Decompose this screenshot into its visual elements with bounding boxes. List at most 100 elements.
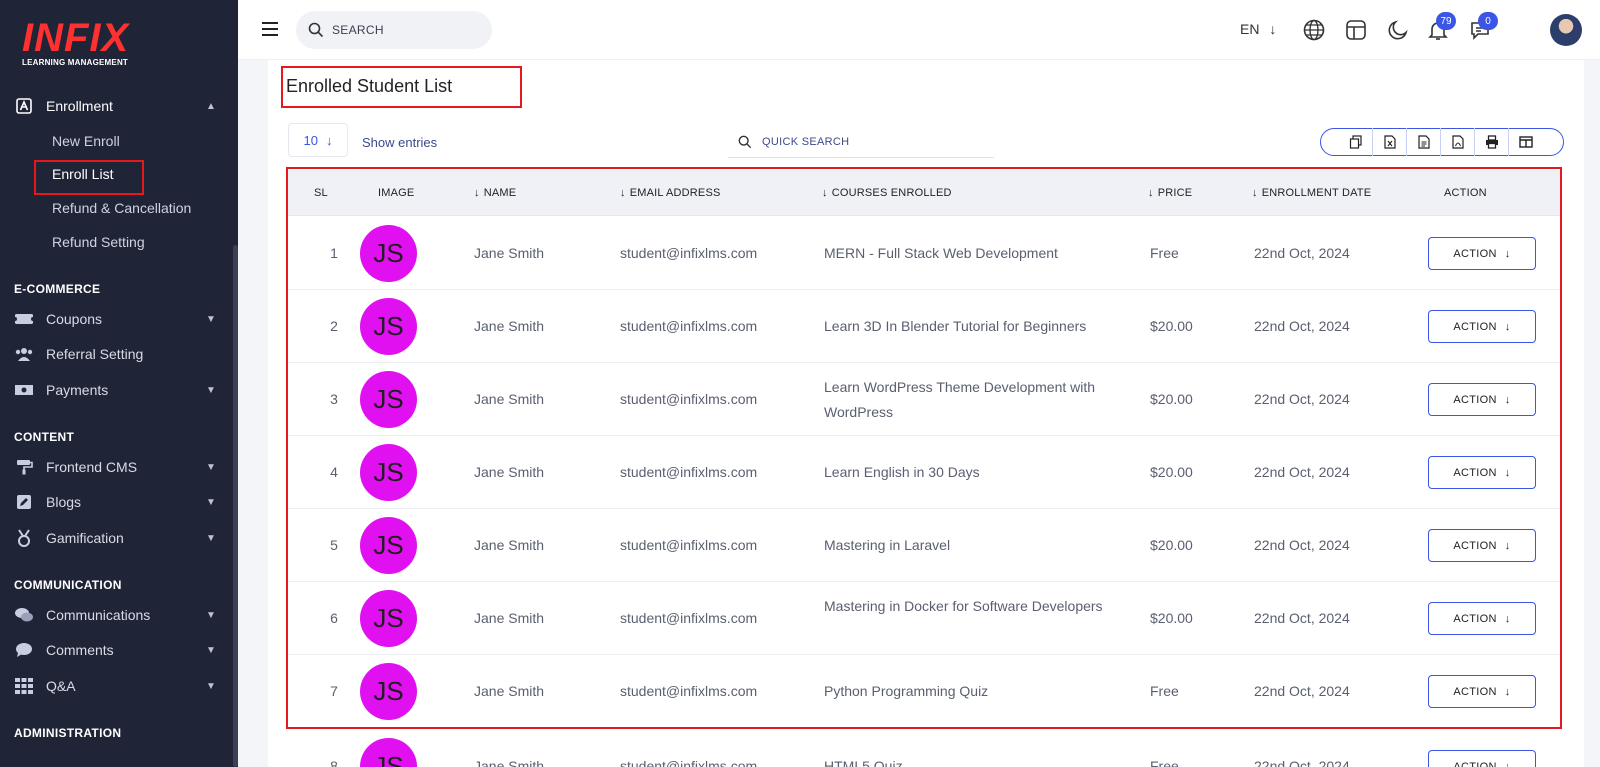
sidebar-item-qa[interactable]: Q&A ▼ [14, 678, 216, 694]
cell-course: Python Programming Quiz [824, 683, 989, 699]
entries-select[interactable]: 10 ↓ [288, 123, 348, 157]
notification-badge: 79 [1436, 12, 1456, 30]
cell-email: student@infixlms.com [620, 537, 758, 553]
chevron-down-icon: ▼ [206, 384, 216, 396]
arrow-down-icon: ↓ [1148, 187, 1154, 199]
table-row: 2 JS Jane Smith student@infixlms.com Lea… [288, 290, 1560, 363]
csv-file-icon [1417, 135, 1430, 149]
cell-date: 22nd Oct, 2024 [1254, 245, 1350, 261]
moon-icon[interactable] [1386, 18, 1410, 42]
cell-price: Free [1150, 758, 1179, 767]
sidebar-item-label: Coupons [46, 311, 103, 327]
layout-icon[interactable] [1344, 18, 1368, 42]
sidebar-item-enrollment[interactable]: Enrollment ▲ [14, 98, 216, 114]
csv-button[interactable] [1407, 128, 1441, 156]
header-date-label: ENROLLMENT DATE [1261, 187, 1372, 199]
header-email[interactable]: ↓ EMAIL ADDRESS [620, 187, 721, 199]
student-avatar: JS [360, 225, 417, 282]
copy-button[interactable] [1339, 128, 1373, 156]
user-avatar[interactable] [1550, 14, 1582, 46]
cell-course: Mastering in Laravel [824, 537, 951, 553]
student-avatar: JS [360, 298, 417, 355]
quick-search-field[interactable]: QUICK SEARCH [728, 126, 994, 158]
sidebar-item-blogs[interactable]: Blogs ▼ [14, 494, 216, 510]
cell-email: student@infixlms.com [620, 610, 758, 626]
action-button[interactable]: ACTION ↓ [1428, 456, 1536, 489]
menu-toggle-icon[interactable] [262, 22, 278, 40]
sidebar-item-gamification[interactable]: Gamification ▼ [14, 529, 216, 547]
cell-name: Jane Smith [474, 537, 545, 553]
pdf-button[interactable] [1441, 128, 1475, 156]
action-button-label: ACTION [1453, 466, 1497, 479]
print-button[interactable] [1475, 128, 1509, 156]
search-icon [738, 135, 752, 148]
money-icon [14, 382, 34, 398]
student-avatar: JS [360, 517, 417, 574]
sidebar-scrollbar[interactable] [233, 245, 238, 767]
sidebar-item-label: Referral Setting [46, 346, 144, 362]
sidebar-item-coupons[interactable]: Coupons ▼ [14, 311, 216, 327]
header-name[interactable]: ↓ NAME [474, 187, 516, 199]
header-action: ACTION [1444, 187, 1487, 199]
sidebar-subitem-refund-cancellation[interactable]: Refund & Cancellation [52, 200, 191, 216]
global-search[interactable] [296, 11, 492, 49]
action-button[interactable]: ACTION ↓ [1428, 237, 1536, 270]
search-input[interactable] [332, 23, 472, 37]
sidebar-subitem-new-enroll[interactable]: New Enroll [52, 133, 120, 149]
cell-course: Learn WordPress Theme Development with W… [824, 379, 1096, 420]
action-button[interactable]: ACTION ↓ [1428, 602, 1536, 635]
arrow-down-icon: ↓ [474, 187, 480, 199]
cell-sl: 4 [330, 464, 338, 480]
action-button[interactable]: ACTION ↓ [1428, 675, 1536, 708]
sidebar-item-payments[interactable]: Payments ▼ [14, 382, 216, 398]
excel-button[interactable] [1373, 128, 1407, 156]
language-selector[interactable]: EN ↓ [1240, 21, 1276, 37]
cell-sl: 6 [330, 610, 338, 626]
header-price[interactable]: ↓ PRICE [1148, 187, 1192, 199]
action-button[interactable]: ACTION ↓ [1428, 310, 1536, 343]
header-courses[interactable]: ↓ COURSES ENROLLED [822, 187, 952, 199]
cell-price: Free [1150, 245, 1179, 261]
message-badge: 0 [1478, 12, 1498, 30]
sidebar-subitem-refund-setting[interactable]: Refund Setting [52, 234, 145, 250]
logo-subtitle: LEARNING MANAGEMENT [22, 58, 129, 67]
sidebar-item-communications[interactable]: Communications ▼ [14, 607, 216, 623]
sidebar-item-referral-setting[interactable]: Referral Setting [14, 346, 143, 362]
columns-button[interactable] [1509, 128, 1543, 156]
highlight-box-title [281, 66, 522, 108]
action-button[interactable]: ACTION ↓ [1428, 383, 1536, 416]
action-button[interactable]: ACTION ↓ [1428, 529, 1536, 562]
globe-icon[interactable] [1302, 18, 1326, 42]
action-button[interactable]: ACTION ↓ [1428, 750, 1536, 767]
logo[interactable]: INFIX LEARNING MANAGEMENT [22, 18, 129, 67]
sidebar-item-label: Comments [46, 642, 114, 658]
cell-course: Mastering in Docker for Software Develop… [824, 598, 1103, 614]
cell-email: student@infixlms.com [620, 318, 758, 334]
chevron-down-icon: ▼ [206, 461, 216, 473]
sidebar-item-label: Q&A [46, 678, 76, 694]
arrow-down-icon: ↓ [1504, 760, 1511, 767]
section-heading-communication: COMMUNICATION [14, 578, 122, 592]
sidebar-item-label: Gamification [46, 530, 124, 546]
table-row: 5 JS Jane Smith student@infixlms.com Mas… [288, 509, 1560, 582]
action-button-label: ACTION [1453, 760, 1497, 767]
arrow-down-icon: ↓ [1504, 466, 1511, 479]
arrow-down-icon: ↓ [1504, 685, 1511, 698]
quick-search-placeholder: QUICK SEARCH [762, 135, 850, 148]
ticket-icon [14, 311, 34, 327]
sidebar-item-comments[interactable]: Comments ▼ [14, 642, 216, 658]
sidebar-item-label: Frontend CMS [46, 459, 138, 475]
section-heading-ecommerce: E-COMMERCE [14, 282, 101, 296]
action-button-label: ACTION [1453, 539, 1497, 552]
table-row: 7 JS Jane Smith student@infixlms.com Pyt… [288, 655, 1560, 728]
cell-name: Jane Smith [474, 758, 545, 767]
header-image[interactable]: IMAGE [378, 187, 414, 199]
arrow-down-icon: ↓ [1504, 393, 1511, 406]
header-sl[interactable]: SL [314, 187, 328, 199]
chevron-down-icon: ▼ [206, 532, 216, 544]
header-date[interactable]: ↓ ENROLLMENT DATE [1252, 187, 1371, 199]
cell-name: Jane Smith [474, 318, 545, 334]
arrow-down-icon: ↓ [620, 187, 626, 199]
sidebar-item-frontend-cms[interactable]: Frontend CMS ▼ [14, 459, 216, 475]
arrow-down-icon: ↓ [1269, 21, 1277, 37]
